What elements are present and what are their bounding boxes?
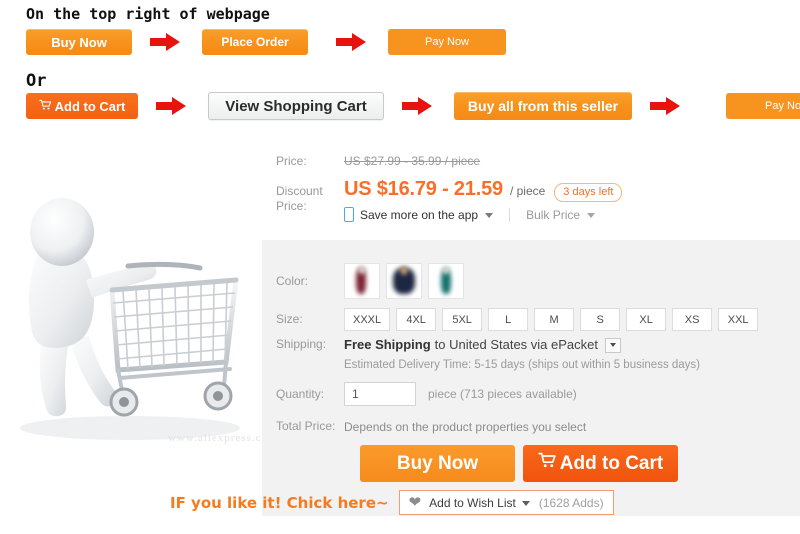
free-shipping-text: Free Shipping <box>344 337 431 352</box>
promo-days-left-badge: 3 days left <box>554 182 623 202</box>
bulk-price-link[interactable]: Bulk Price <box>526 207 596 222</box>
flow-pay-now-button-2[interactable]: Pay Now <box>726 93 800 119</box>
app-promo-row: Save more on the app Bulk Price <box>262 207 782 222</box>
discount-price-value: US $16.79 - 21.59 <box>344 178 503 200</box>
instruction-heading-top-right: On the top right of webpage <box>26 5 270 23</box>
size-option[interactable]: XXXL <box>344 308 391 331</box>
divider <box>509 207 511 222</box>
shipping-estimate-text: Estimated Delivery Time: 5-15 days (ship… <box>344 359 701 371</box>
wishlist-count: (1628 Adds) <box>538 495 604 510</box>
heart-icon: ❤ <box>408 494 422 511</box>
shipping-method-selector[interactable]: Free Shipping to United States via ePack… <box>344 337 700 353</box>
flow-buy-now-button[interactable]: Buy Now <box>26 29 132 55</box>
flow-pay-now-button[interactable]: Pay Now <box>388 29 506 55</box>
action-button-group: Buy Now Add to Cart <box>360 445 678 482</box>
total-price-label: Total Price: <box>276 419 336 433</box>
chevron-down-icon[interactable] <box>604 337 621 353</box>
quantity-input[interactable] <box>344 382 416 406</box>
instruction-flow-row-1: Buy Now Place Order Pay Now <box>26 28 506 56</box>
color-swatch-teal[interactable] <box>428 263 464 299</box>
mobile-phone-icon <box>344 207 354 222</box>
product-detail-section: www.aliexpress.com Price: US $27.99 - 35… <box>0 132 800 534</box>
add-to-cart-label: Add to Cart <box>559 452 664 474</box>
product-image: www.aliexpress.com <box>0 140 262 470</box>
price-unit: / piece <box>509 184 546 198</box>
save-more-on-app-label: Save more on the app <box>360 207 479 222</box>
chevron-down-icon <box>587 213 596 218</box>
color-label: Color: <box>276 273 309 288</box>
quantity-availability-note: piece (713 pieces available) <box>428 387 577 401</box>
shopping-cart-icon <box>38 99 52 113</box>
quantity-label: Quantity: <box>276 386 325 401</box>
size-option[interactable]: XXL <box>718 308 759 331</box>
instruction-flow-section: On the top right of webpage Buy Now Plac… <box>0 0 800 132</box>
shipping-details: Free Shipping to United States via ePack… <box>344 337 700 372</box>
size-option[interactable]: M <box>534 308 575 331</box>
total-price-note: Depends on the product properties you se… <box>344 419 587 434</box>
buy-now-label: Buy Now <box>396 452 479 474</box>
flow-pay-now-label-2: Pay Now <box>764 99 800 112</box>
size-option-list: XXXL 4XL 5XL L M S XL XS XXL <box>344 308 759 331</box>
shipping-label: Shipping: <box>276 337 327 351</box>
save-more-on-app-link[interactable]: Save more on the app <box>344 207 494 222</box>
color-swatch-list <box>344 263 464 299</box>
flow-add-to-cart-label: Add to Cart <box>54 98 126 114</box>
flow-pay-now-label: Pay Now <box>424 35 470 48</box>
shipping-row: Shipping: Free Shipping to United States… <box>262 337 782 372</box>
flow-buy-all-from-seller-button[interactable]: Buy all from this seller <box>454 92 632 120</box>
bulk-price-label: Bulk Price <box>526 207 581 222</box>
right-arrow-icon <box>156 97 190 115</box>
flow-view-shopping-cart-label: View Shopping Cart <box>225 97 367 115</box>
total-price-row: Total Price: Depends on the product prop… <box>262 419 782 434</box>
add-to-wish-list-label: Add to Wish List <box>429 495 516 510</box>
image-watermark: www.aliexpress.com <box>168 432 262 444</box>
wishlist-hint-annotation: IF you like it! Chick here~ <box>170 493 389 512</box>
instruction-flow-row-2: Add to Cart View Shopping Cart Buy all f… <box>26 92 800 120</box>
size-option[interactable]: XS <box>672 308 713 331</box>
right-arrow-icon <box>336 33 370 51</box>
price-label: Price: <box>276 154 307 168</box>
flow-add-to-cart-button[interactable]: Add to Cart <box>26 93 138 119</box>
flow-place-order-button[interactable]: Place Order <box>202 29 308 55</box>
right-arrow-icon <box>402 97 436 115</box>
color-swatch-burgundy[interactable] <box>344 263 380 299</box>
flow-buy-now-label: Buy Now <box>51 34 107 50</box>
add-to-cart-button[interactable]: Add to Cart <box>523 445 678 482</box>
shipping-destination-text: to United States via ePacket <box>434 337 598 352</box>
add-to-wish-list-button[interactable]: ❤ Add to Wish List (1628 Adds) <box>398 490 614 515</box>
right-arrow-icon <box>650 97 684 115</box>
flow-place-order-label: Place Order <box>221 35 289 49</box>
price-row: Price: US $27.99 - 35.99 / piece <box>262 154 782 169</box>
instruction-heading-or: Or <box>26 71 47 91</box>
size-row: Size: XXXL 4XL 5XL L M S XL XS XXL <box>262 308 800 331</box>
chevron-down-icon[interactable] <box>521 501 530 506</box>
flow-buy-all-label: Buy all from this seller <box>467 98 619 114</box>
quantity-row: Quantity: piece (713 pieces available) <box>262 382 782 406</box>
color-row: Color: <box>262 263 782 299</box>
color-swatch-navy[interactable] <box>386 263 422 299</box>
size-option[interactable]: S <box>580 308 621 331</box>
size-option[interactable]: L <box>488 308 529 331</box>
original-price-value: US $27.99 - 35.99 / piece <box>344 154 481 168</box>
size-option[interactable]: XL <box>626 308 667 331</box>
right-arrow-icon <box>150 33 184 51</box>
size-label: Size: <box>276 312 303 326</box>
wishlist-row: IF you like it! Chick here~ ❤ Add to Wis… <box>170 490 614 515</box>
chevron-down-icon <box>485 213 494 218</box>
shopping-cart-icon <box>538 452 557 475</box>
buy-now-button[interactable]: Buy Now <box>360 445 515 482</box>
flow-view-shopping-cart-button[interactable]: View Shopping Cart <box>208 92 384 120</box>
size-option[interactable]: 5XL <box>442 308 483 331</box>
size-option[interactable]: 4XL <box>396 308 437 331</box>
